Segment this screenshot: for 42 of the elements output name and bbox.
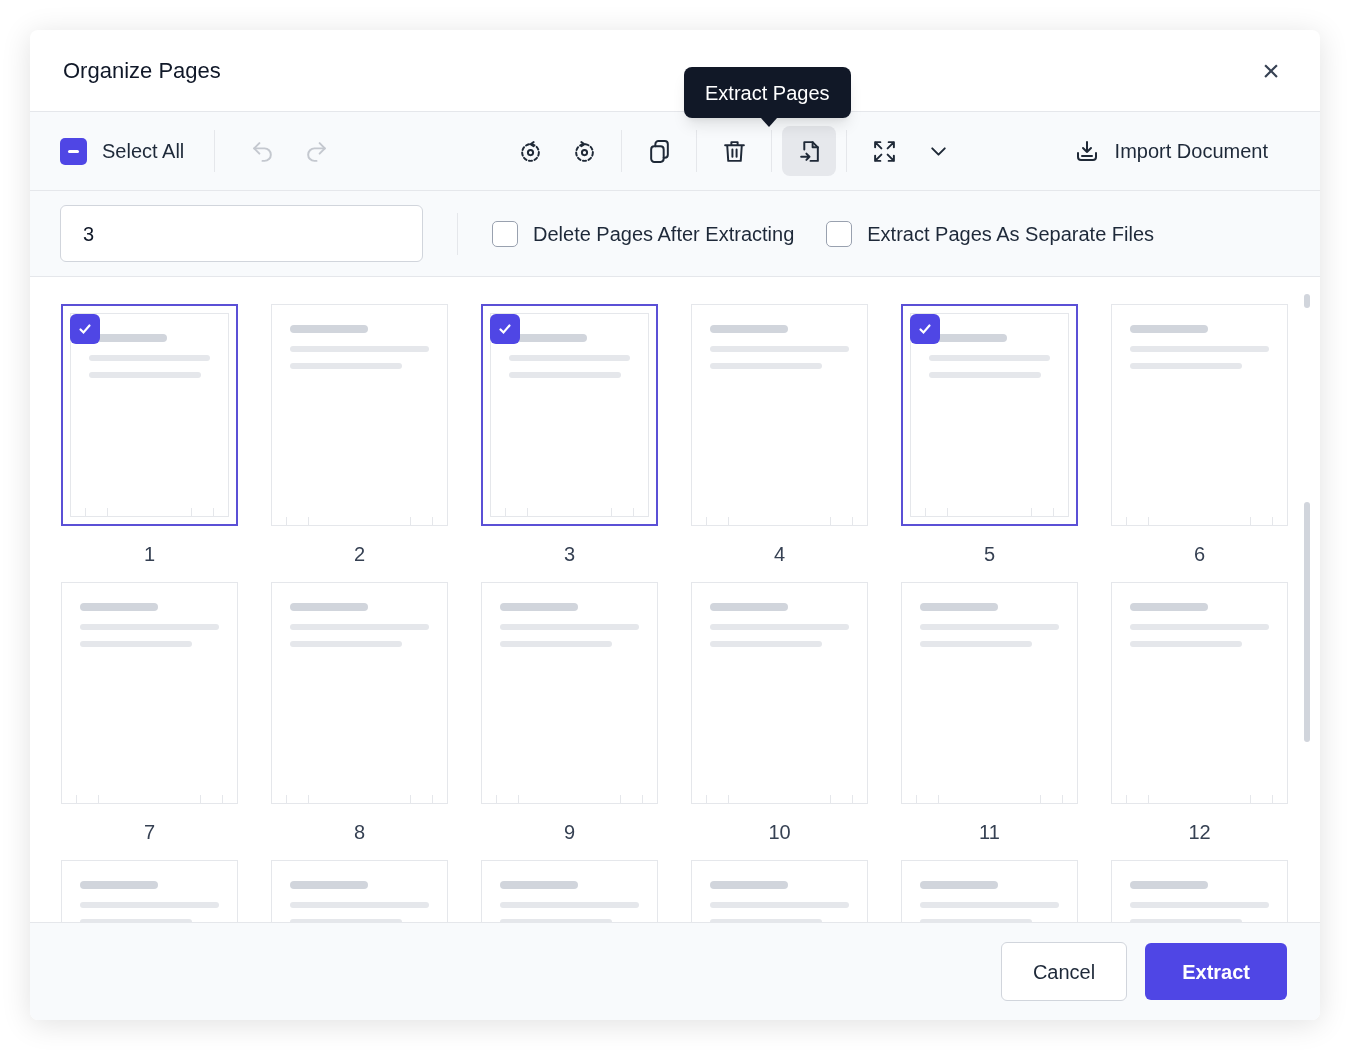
page-number: 7 [143, 820, 156, 844]
expand-icon [871, 138, 897, 164]
check-icon [917, 321, 933, 337]
tooltip-arrow-icon [761, 118, 777, 127]
checkbox-label: Delete Pages After Extracting [533, 221, 795, 247]
page-thumbnail[interactable] [61, 304, 238, 526]
page-checkbox[interactable] [70, 314, 100, 344]
page-number: 3 [563, 542, 576, 566]
page-number: 8 [353, 820, 366, 844]
import-icon [1074, 139, 1099, 163]
checkbox[interactable] [492, 220, 518, 247]
page-range-input[interactable]: 3 [83, 218, 400, 249]
import-document-button[interactable]: Import Document [1074, 136, 1290, 166]
page-number: 5 [983, 542, 996, 566]
page-number: 6 [1193, 542, 1206, 566]
page-checkbox[interactable] [490, 314, 520, 344]
page-number: 9 [563, 820, 576, 844]
page-number: 2 [353, 542, 366, 566]
page-number: 11 [979, 820, 1000, 844]
select-all-label: Select All [102, 139, 185, 164]
check-icon [497, 321, 513, 337]
checkbox[interactable] [826, 220, 853, 247]
extract-button[interactable] [782, 126, 837, 176]
select-all-checkbox[interactable] [60, 137, 87, 165]
dialog-title: Organize Pages [63, 57, 221, 85]
page-checkbox[interactable] [910, 314, 940, 344]
page-thumbnail[interactable] [481, 304, 658, 526]
page-number: 12 [1188, 820, 1211, 844]
check-icon [77, 321, 93, 337]
scrollbar-track [1304, 294, 1310, 308]
tooltip: Extract Pages [684, 67, 851, 118]
scrollbar-thumb[interactable] [1304, 502, 1310, 742]
page-range-field[interactable]: 3 [60, 205, 423, 262]
extract-button[interactable]: Extract [1145, 943, 1287, 1000]
page-thumbnail[interactable] [901, 304, 1078, 526]
checkbox-label: Extract Pages As Separate Files [867, 221, 1155, 247]
cancel-button[interactable]: Cancel [1000, 942, 1128, 1001]
close-button[interactable]: × [1255, 54, 1287, 87]
page-number: 10 [768, 820, 791, 844]
page-number: 4 [773, 542, 786, 566]
page-number: 1 [143, 542, 156, 566]
trash-icon [721, 138, 747, 164]
